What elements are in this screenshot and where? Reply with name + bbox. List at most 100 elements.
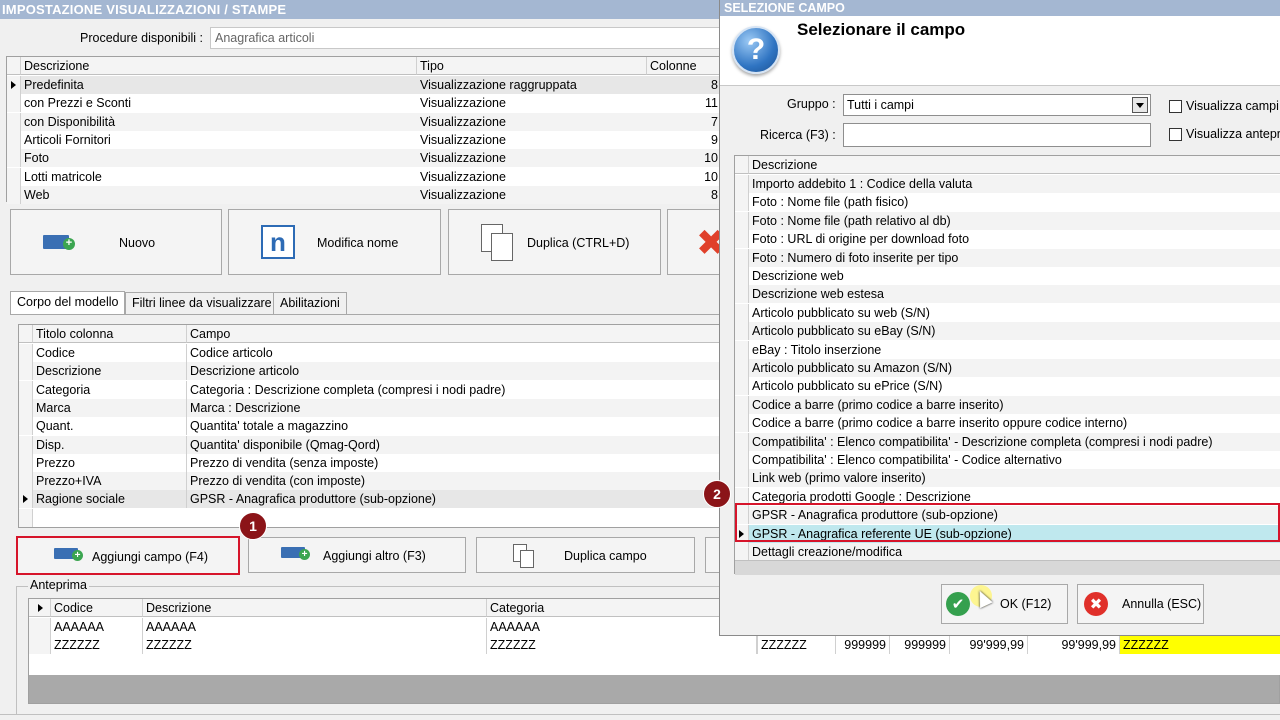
column-header-colonne[interactable]: Colonne — [647, 57, 721, 75]
table-row[interactable]: Descrizione Descrizione articolo — [19, 362, 719, 381]
list-item[interactable]: Articolo pubblicato su ePrice (S/N) — [735, 377, 1280, 396]
preview-cell-extra: 999999 — [835, 636, 889, 654]
copy-field-icon — [513, 544, 535, 568]
chevron-down-icon[interactable] — [1132, 97, 1148, 113]
cell-campo: Descrizione articolo — [190, 364, 300, 379]
table-row[interactable]: Foto Visualizzazione 10 — [7, 149, 719, 168]
table-row[interactable]: Categoria Categoria : Descrizione complet… — [19, 380, 719, 399]
list-item[interactable]: Descrizione web — [735, 267, 1280, 285]
procedure-select[interactable]: Anagrafica articoli — [210, 27, 730, 49]
tab-filtri-linee[interactable]: Filtri linee da visualizzare — [125, 292, 279, 314]
ricerca-input[interactable] — [843, 123, 1151, 147]
tab-divider — [10, 314, 720, 315]
preview-header-codice[interactable]: Codice — [51, 599, 143, 617]
list-item[interactable]: Articolo pubblicato su web (S/N) — [735, 303, 1280, 322]
table-row[interactable]: Lotti matricole Visualizzazione 10 — [7, 167, 719, 186]
list-item-label: Codice a barre (primo codice a barre ins… — [752, 397, 1004, 412]
table-row[interactable]: Predefinita Visualizzazione raggruppata 8 — [7, 76, 719, 94]
table-row[interactable]: Marca Marca : Descrizione — [19, 398, 719, 417]
list-item[interactable]: Compatibilita' : Elenco compatibilita' -… — [735, 451, 1280, 469]
column-header-tipo[interactable]: Tipo — [417, 57, 647, 75]
row-indicator — [19, 362, 33, 381]
aggiungi-altro-label: Aggiungi altro (F3) — [323, 549, 426, 563]
row-indicator — [735, 230, 749, 249]
duplica-label: Duplica (CTRL+D) — [527, 236, 630, 250]
cell-colonne: 9 — [711, 132, 718, 147]
preview-header-descrizione[interactable]: Descrizione — [143, 599, 487, 617]
list-item[interactable]: Codice a barre (primo codice a barre ins… — [735, 395, 1280, 414]
table-row[interactable]: Prezzo Prezzo di vendita (senza imposte) — [19, 453, 719, 472]
aggiungi-altro-button[interactable]: + Aggiungi altro (F3) — [248, 537, 466, 573]
list-item[interactable]: Dettagli creazione/modifica — [735, 543, 1280, 561]
table-row[interactable]: Disp. Quantita' disponibile (Qmag-Qord) — [19, 435, 719, 454]
duplica-campo-button[interactable]: Duplica campo — [476, 537, 695, 573]
horizontal-scrollbar[interactable] — [735, 560, 1280, 575]
list-item[interactable]: Codice a barre (primo codice a barre ins… — [735, 414, 1280, 433]
cell-titolo: Codice — [33, 344, 187, 362]
table-row[interactable]: Ragione sociale GPSR - Anagrafica produtt… — [19, 490, 719, 509]
table-row[interactable]: Codice Codice articolo — [19, 344, 719, 362]
row-indicator — [19, 472, 33, 491]
duplica-button[interactable]: Duplica (CTRL+D) — [448, 209, 661, 275]
row-indicator — [19, 344, 33, 362]
list-item[interactable]: Importo addebito 1 : Codice della valuta — [735, 175, 1280, 193]
highlight-gpsr-box — [735, 503, 1280, 542]
column-header-campo[interactable]: Campo — [187, 325, 721, 343]
row-indicator — [735, 359, 749, 377]
cell-campo: Prezzo di vendita (con imposte) — [190, 474, 366, 489]
list-item[interactable]: Link web (primo valore inserito) — [735, 469, 1280, 488]
list-item[interactable]: Articolo pubblicato su Amazon (S/N) — [735, 359, 1280, 377]
row-indicator — [735, 211, 749, 230]
modifica-nome-button[interactable]: n Modifica nome — [228, 209, 441, 275]
tab-abilitazioni[interactable]: Abilitazioni — [273, 292, 347, 314]
plus-icon: + — [299, 549, 310, 560]
table-row[interactable]: Quant. Quantita' totale a magazzino — [19, 417, 719, 436]
preview-cell: ZZZZZZ — [143, 636, 487, 654]
current-row-icon — [11, 81, 16, 89]
question-icon: ? — [732, 26, 780, 74]
list-item[interactable]: Descrizione web estesa — [735, 285, 1280, 304]
list-item[interactable]: Compatibilita' : Elenco compatibilita' -… — [735, 432, 1280, 451]
empty-new-row[interactable] — [19, 508, 719, 527]
row-indicator — [19, 435, 33, 454]
cancel-icon: ✖ — [1084, 592, 1108, 616]
nuovo-button[interactable]: + Nuovo — [10, 209, 222, 275]
extra-button-partial[interactable] — [705, 537, 720, 573]
list-item[interactable]: Foto : Numero di foto inserite per tipo — [735, 248, 1280, 267]
visualizza-anteprima-checkbox[interactable] — [1169, 128, 1182, 141]
column-header-titolo[interactable]: Titolo colonna — [33, 325, 187, 343]
list-header-descrizione[interactable]: Descrizione — [749, 156, 1280, 174]
gruppo-select[interactable]: Tutti i campi — [843, 94, 1151, 116]
tab-corpo-del-modello[interactable]: Corpo del modello — [10, 291, 126, 315]
cell-campo: Prezzo di vendita (senza imposte) — [190, 455, 379, 470]
visualizza-campi-checkbox[interactable] — [1169, 100, 1182, 113]
row-indicator — [19, 398, 33, 417]
modifica-nome-label: Modifica nome — [317, 236, 399, 250]
models-table: Descrizione Tipo Colonne Predefinita Visu… — [6, 56, 721, 204]
list-item[interactable]: Foto : Nome file (path relativo al db) — [735, 211, 1280, 230]
cell-colonne: 11 — [705, 96, 718, 111]
list-item[interactable]: Foto : Nome file (path fisico) — [735, 193, 1280, 212]
list-item[interactable]: Foto : URL di origine per download foto — [735, 230, 1280, 249]
table-row[interactable]: con Prezzi e Sconti Visualizzazione 11 — [7, 94, 719, 113]
main-window-title: IMPOSTAZIONE VISUALIZZAZIONI / STAMPE — [0, 0, 720, 19]
list-item-label: Compatibilita' : Elenco compatibilita' -… — [752, 434, 1213, 449]
step-badge-1: 1 — [239, 512, 267, 540]
column-header-descrizione[interactable]: Descrizione — [21, 57, 417, 75]
cell-titolo: Marca — [33, 398, 187, 417]
row-indicator — [735, 175, 749, 193]
delete-button[interactable]: ✖ — [667, 209, 726, 275]
annulla-button[interactable]: ✖ Annulla (ESC) — [1077, 584, 1204, 624]
list-item[interactable]: eBay : Titolo inserzione — [735, 340, 1280, 359]
row-indicator — [7, 149, 21, 168]
table-row[interactable]: Articoli Fornitori Visualizzazione 9 — [7, 130, 719, 149]
table-row[interactable]: Prezzo+IVA Prezzo di vendita (con imposte… — [19, 472, 719, 491]
aggiungi-campo-button[interactable]: + Aggiungi campo (F4) — [16, 536, 240, 575]
list-item[interactable]: Articolo pubblicato su eBay (S/N) — [735, 322, 1280, 341]
check-icon: ✔ — [946, 592, 970, 616]
table-row[interactable]: Web Visualizzazione 8 — [7, 185, 719, 204]
table-row[interactable]: con Disponibilità Visualizzazione 7 — [7, 112, 719, 131]
cell-campo: Marca : Descrizione — [190, 400, 301, 415]
ok-button[interactable]: ✔ OK (F12) — [941, 584, 1068, 624]
preview-cell: ZZZZZZ — [487, 636, 757, 654]
